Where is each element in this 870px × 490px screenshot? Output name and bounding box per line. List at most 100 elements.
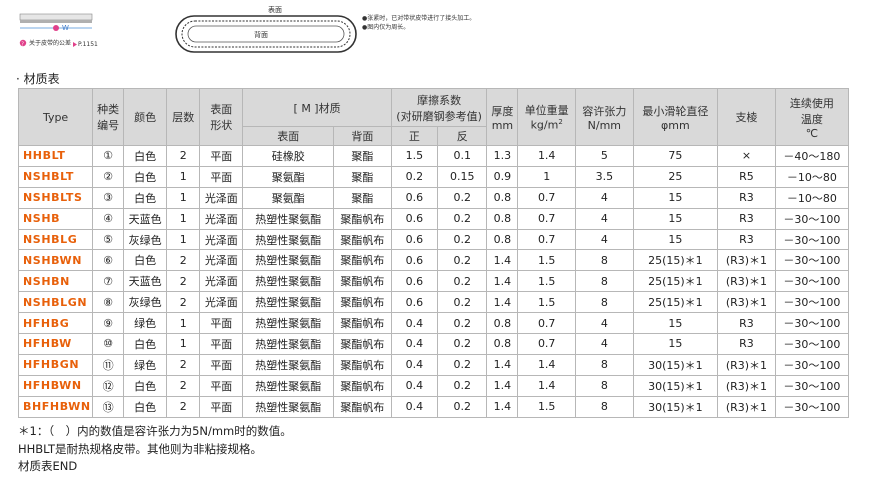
cell-friction-back: 0.2 [437,249,488,272]
cell-type[interactable]: NSHBN [17,270,94,293]
w-label: W [62,24,69,32]
cell-thickness: 0.8 [486,333,519,355]
cell-color: 白色 [123,186,168,209]
cell-color: 天蓝色 [123,270,168,293]
cell-thickness: 1.3 [486,145,519,167]
cell-tension: 8 [575,291,634,314]
cell-type[interactable]: NSHBWN [17,249,94,272]
cell-unit-weight: 1.5 [517,395,577,418]
table-row: NSHBLTS ③ 白色 1 光泽面 聚氨酯 聚酯 0.6 0.2 0.8 0.7 4 15 R3 －10～… [17,186,850,209]
header-support: 支棱 [717,88,776,146]
cell-support: (R3)＊1 [717,395,776,418]
cell-temp: －30～100 [774,270,850,293]
cell-min-pulley: 25 [632,165,719,188]
cell-min-pulley: 25(15)＊1 [632,291,719,314]
cell-type[interactable]: HFHBGN [17,353,94,376]
cell-kind-no: ⑦ [92,270,125,293]
cell-min-pulley: 25(15)＊1 [632,270,719,293]
cell-type[interactable]: NSHB [17,207,94,230]
cell-friction-front: 0.6 [390,270,439,293]
cell-min-pulley: 30(15)＊1 [632,374,719,397]
cell-layers: 2 [166,249,201,272]
cell-thickness: 1.4 [486,249,519,272]
cell-tension: 8 [575,374,634,397]
cell-type[interactable]: NSHBLG [17,228,94,251]
cell-type[interactable]: NSHBLGN [17,291,94,314]
cell-temp: －10～80 [774,165,850,188]
cell-thickness: 1.4 [486,353,519,376]
ref-page-link[interactable]: P.1151 [78,41,98,48]
cell-kind-no: ② [92,165,125,188]
cell-surface-shape: 平面 [199,374,244,397]
cell-type[interactable]: BHFHBWN [17,395,94,418]
cell-min-pulley: 15 [632,333,719,355]
cell-tension: 4 [575,186,634,209]
cell-surface-shape: 光泽面 [199,291,244,314]
cell-support: R3 [717,333,776,355]
header-pulley: 最小滑轮直径 φmm [632,88,719,146]
cell-temp: －30～100 [774,228,850,251]
cell-layers: 1 [166,312,201,335]
cell-kind-no: ⑪ [92,353,125,376]
cell-temp: －30～100 [774,395,850,418]
cell-kind-no: ⑤ [92,228,125,251]
table-row: NSHBLT ② 白色 1 平面 聚氨酯 聚酯 0.2 0.15 0.9 1 3.5 25 R5 －10～8… [17,165,850,188]
cell-friction-back: 0.2 [437,333,488,355]
header-surface-shape: 表面 形状 [199,88,244,146]
cell-friction-front: 0.6 [390,207,439,230]
cell-type[interactable]: HFHBWN [17,374,94,397]
section-title: · 材质表 [16,72,60,86]
cell-material-surface: 热塑性聚氨酯 [242,249,335,272]
cell-type[interactable]: HFHBG [17,312,94,335]
cell-material-back: 聚酯 [333,145,392,167]
cell-surface-shape: 光泽面 [199,270,244,293]
cell-layers: 1 [166,186,201,209]
table-row: HFHBWN ⑫ 白色 2 平面 热塑性聚氨酯 聚酯帆布 0.4 0.2 1.4 1.4 8 30(15… [17,374,850,397]
cell-layers: 2 [166,145,201,167]
header-kind-no: 种类 编号 [92,88,125,146]
cell-min-pulley: 75 [632,145,719,167]
cell-temp: －30～100 [774,312,850,335]
cell-type[interactable]: HHBLT [17,145,94,167]
cell-type[interactable]: NSHBLTS [17,186,94,209]
cell-color: 白色 [123,374,168,397]
table-row: NSHBLGN ⑧ 灰绿色 2 光泽面 热塑性聚氨酯 聚酯帆布 0.6 0.2 1.4 1.5 8 25… [17,291,850,314]
cell-material-surface: 硅橡胶 [242,145,335,167]
cell-friction-back: 0.2 [437,228,488,251]
header-layers: 层数 [166,88,201,146]
cell-thickness: 0.9 [486,165,519,188]
cell-layers: 1 [166,228,201,251]
cell-color: 绿色 [123,312,168,335]
cell-min-pulley: 30(15)＊1 [632,353,719,376]
cell-unit-weight: 1.5 [517,291,577,314]
cell-friction-back: 0.15 [437,165,488,188]
cell-layers: 1 [166,333,201,355]
cell-min-pulley: 30(15)＊1 [632,395,719,418]
cell-type[interactable]: HFHBW [17,333,94,355]
cell-friction-front: 0.4 [390,333,439,355]
cell-color: 灰绿色 [123,291,168,314]
cell-type[interactable]: NSHBLT [17,165,94,188]
cell-tension: 8 [575,353,634,376]
svg-text:?: ? [21,41,24,47]
cell-layers: 2 [166,291,201,314]
cell-support: R3 [717,186,776,209]
cell-tension: 8 [575,249,634,272]
table-body: HHBLT ① 白色 2 平面 硅橡胶 聚酯 1.5 0.1 1.3 1.4 5 75 × －40～180 N… [17,145,850,418]
belt-drawing: W ? 关于皮带的公差 P.1151 表面 背面 ●张紧时，已对带状皮带进行了接… [19,5,475,53]
cell-material-surface: 热塑性聚氨酯 [242,207,335,230]
cell-material-back: 聚酯帆布 [333,207,392,230]
cell-support: (R3)＊1 [717,291,776,314]
cell-layers: 1 [166,207,201,230]
table-header: Type 种类 编号 颜色 层数 表面 形状 [ M ]材质 摩擦系数 (对研磨钢参考… [17,88,850,146]
cell-surface-shape: 平面 [199,395,244,418]
cell-friction-back: 0.2 [437,291,488,314]
cell-unit-weight: 1.4 [517,353,577,376]
cell-friction-front: 0.6 [390,291,439,314]
cell-temp: －30～100 [774,353,850,376]
cell-temp: －30～100 [774,374,850,397]
cell-material-back: 聚酯帆布 [333,374,392,397]
cell-tension: 4 [575,228,634,251]
cell-material-back: 聚酯帆布 [333,333,392,355]
cell-support: R3 [717,312,776,335]
